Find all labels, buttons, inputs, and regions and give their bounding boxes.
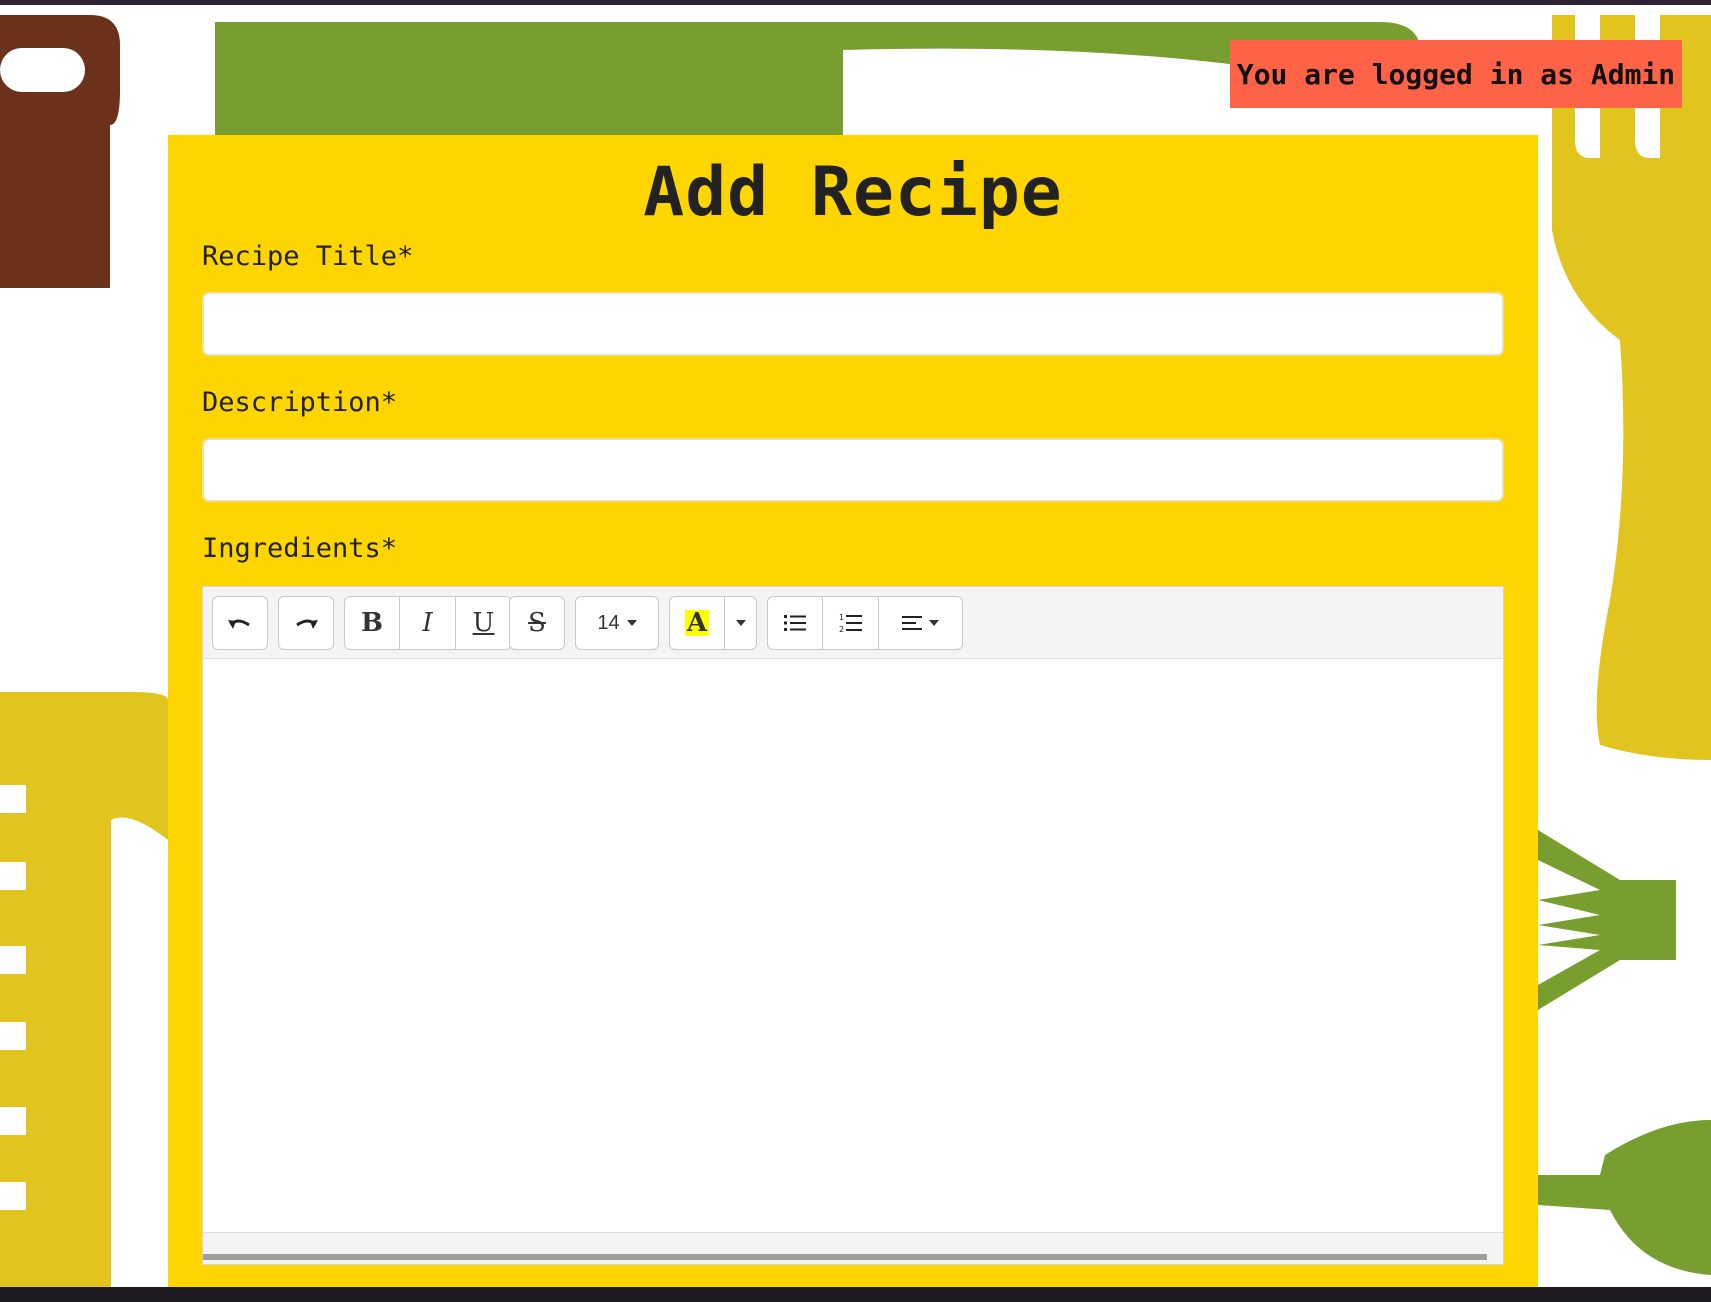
ingredients-edit-area[interactable] (203, 659, 1503, 1234)
strikethrough-button[interactable]: S (509, 596, 565, 650)
ordered-list-button[interactable]: 1 2 (823, 596, 879, 650)
redo-icon (296, 619, 318, 629)
green-spoon-shape (1538, 1120, 1711, 1275)
chevron-down-icon (735, 620, 746, 626)
underline-button[interactable]: U (456, 596, 512, 650)
add-recipe-panel: Add Recipe Recipe Title* Description* In… (168, 135, 1538, 1287)
bold-button[interactable]: B (344, 596, 400, 650)
redo-group (278, 596, 334, 650)
fork-shape (1552, 15, 1711, 760)
italic-button[interactable]: I (400, 596, 456, 650)
chevron-down-icon (929, 620, 939, 626)
page-title: Add Recipe (643, 153, 1063, 232)
ladder-rung (0, 946, 26, 974)
ladder-rung (0, 785, 26, 813)
text-style-group: B I U (344, 596, 512, 650)
undo-button[interactable] (212, 596, 268, 650)
font-size-group: 14 (575, 596, 659, 650)
window-bottom-border (0, 1287, 1711, 1302)
font-size-dropdown[interactable]: 14 (575, 596, 659, 650)
font-size-value: 14 (597, 611, 620, 634)
svg-text:1: 1 (839, 613, 844, 622)
unordered-list-icon (784, 615, 806, 631)
undo-group (212, 596, 268, 650)
editor-horizontal-scrollbar[interactable] (203, 1254, 1487, 1260)
logged-in-badge: You are logged in as Admin (1230, 40, 1682, 108)
highlight-color-button[interactable]: A (669, 596, 725, 650)
ordered-list-icon: 1 2 (839, 613, 862, 634)
undo-icon (228, 619, 250, 629)
editor-statusbar (203, 1232, 1503, 1264)
highlight-group: A (669, 596, 757, 650)
list-align-group: 1 2 (767, 596, 963, 650)
svg-text:2: 2 (839, 625, 844, 634)
redo-button[interactable] (278, 596, 334, 650)
ladder-rung (0, 1182, 26, 1210)
description-input[interactable] (202, 438, 1504, 502)
recipe-title-label: Recipe Title* (202, 241, 414, 272)
ingredients-label: Ingredients* (202, 533, 398, 564)
chevron-down-icon (626, 620, 637, 626)
align-icon (902, 616, 922, 630)
cutting-board-hole (0, 48, 85, 92)
description-label: Description* (202, 387, 398, 418)
strikethrough-group: S (509, 596, 565, 650)
ingredients-editor: B I U S 14 A 1 2 (202, 586, 1504, 1265)
highlight-color-dropdown[interactable] (725, 596, 757, 650)
ladder-rung (0, 1022, 26, 1050)
unordered-list-button[interactable] (767, 596, 823, 650)
ladder-rung (0, 1107, 26, 1135)
green-whisk-shape (1538, 830, 1676, 1010)
highlight-icon: A (684, 608, 710, 638)
recipe-title-input[interactable] (202, 292, 1504, 356)
ladder-rung (0, 862, 26, 890)
align-dropdown[interactable] (879, 596, 963, 650)
editor-toolbar: B I U S 14 A 1 2 (203, 587, 1503, 659)
